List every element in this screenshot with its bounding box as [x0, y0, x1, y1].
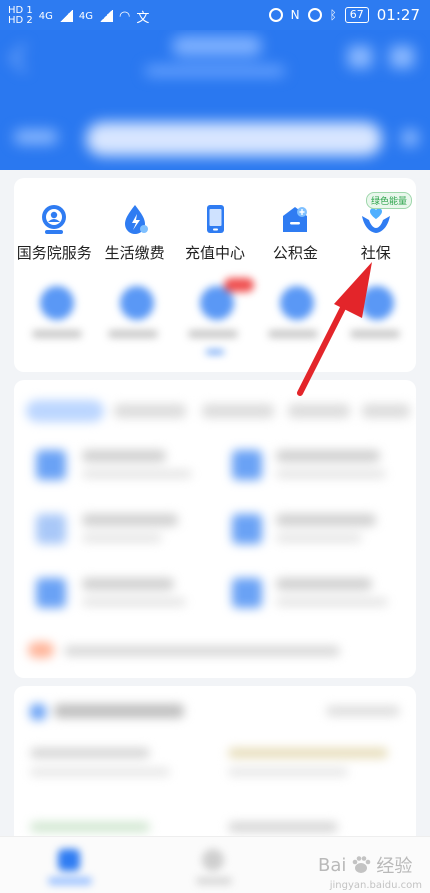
app-logo — [172, 36, 262, 56]
blurred-service-label — [268, 330, 318, 338]
blurred-service-icon[interactable] — [40, 286, 74, 320]
blurred-list-title[interactable] — [82, 578, 174, 590]
housing-fund-icon — [283, 207, 308, 232]
blurred-list-icon — [36, 514, 66, 544]
translate-icon: 文 — [136, 10, 150, 26]
app-header — [0, 30, 430, 170]
message-icon[interactable] — [348, 46, 372, 68]
page-indicator — [206, 350, 224, 354]
blurred-news-desc — [228, 768, 348, 776]
location-selector[interactable] — [14, 130, 58, 144]
blurred-list-desc — [276, 598, 388, 606]
blurred-list-title[interactable] — [82, 514, 178, 526]
blurred-news-desc — [30, 768, 170, 776]
blurred-tab[interactable] — [114, 404, 186, 418]
content-card — [14, 380, 416, 678]
signal-icon — [58, 10, 73, 22]
watermark-url: jingyan.baidu.com — [329, 880, 422, 891]
header-subtitle — [145, 66, 285, 76]
blurred-news-title[interactable] — [30, 748, 150, 758]
green-energy-badge: 绿色能量 — [365, 192, 412, 209]
battery-icon: 67 — [344, 7, 369, 23]
news-card — [14, 686, 416, 846]
bluetooth-icon: ᛒ — [329, 8, 337, 22]
clock: 01:27 — [376, 6, 420, 24]
network-4g-label: 4G — [38, 10, 53, 22]
utility-bill-icon — [124, 205, 148, 234]
watermark-suffix: 经验 — [376, 856, 413, 877]
tab-mine-label[interactable] — [196, 877, 232, 885]
tab-home-label[interactable] — [48, 877, 92, 885]
service-label-gov: 国务院服务 — [16, 244, 92, 262]
blurred-tab[interactable] — [202, 404, 274, 418]
blurred-service-label — [188, 330, 238, 338]
blurred-service-label — [108, 330, 158, 338]
gov-service-icon — [42, 205, 67, 234]
service-item-gov[interactable]: 国务院服务 — [14, 196, 94, 266]
blurred-list-title[interactable] — [276, 450, 380, 462]
service-card: 国务院服务 生活缴费 充值中心 公积金 绿色能量 社保 — [14, 178, 416, 372]
blurred-service-icon[interactable] — [360, 286, 394, 320]
service-item-social-security[interactable]: 绿色能量 社保 — [336, 192, 416, 266]
network-indicators: HD 1 HD 2 4G 4G ◠ 文 — [8, 6, 149, 26]
blurred-list-desc — [82, 598, 186, 606]
blurred-list-icon — [36, 578, 66, 608]
blurred-news-title[interactable] — [30, 822, 150, 832]
nfc-icon: N — [290, 8, 300, 22]
blurred-list-icon — [232, 450, 262, 480]
eye-icon — [268, 8, 283, 22]
paw-icon — [353, 856, 371, 873]
service-label-utility: 生活缴费 — [104, 244, 165, 262]
blurred-news-title[interactable] — [228, 748, 388, 758]
phone-recharge-icon — [206, 205, 224, 233]
blurred-list-desc — [276, 534, 362, 542]
service-label-recharge: 充值中心 — [184, 244, 245, 262]
blurred-list-icon — [232, 578, 262, 608]
blurred-section-icon — [30, 704, 46, 720]
blurred-service-icon[interactable] — [120, 286, 154, 320]
blurred-service-row — [14, 278, 416, 358]
tab-mine-icon[interactable] — [202, 849, 224, 871]
blurred-list-title[interactable] — [276, 578, 372, 590]
back-icon[interactable] — [9, 43, 39, 73]
service-item-housing-fund[interactable]: 公积金 — [255, 196, 335, 266]
blurred-service-label — [350, 330, 400, 338]
tab-home-icon[interactable] — [58, 849, 80, 871]
alarm-icon — [307, 8, 322, 22]
baidu-jingyan-watermark: Bai 经验 jingyan.baidu.com — [318, 845, 422, 892]
blurred-red-badge — [224, 278, 254, 292]
blurred-list-icon — [36, 450, 66, 480]
blurred-list-desc — [82, 470, 192, 478]
search-input[interactable] — [86, 122, 382, 156]
blurred-notice-text[interactable] — [64, 646, 340, 656]
network-4g-label-2: 4G — [78, 10, 94, 22]
blurred-section-title — [54, 704, 184, 718]
service-item-recharge[interactable]: 充值中心 — [175, 196, 255, 266]
hd2-label: HD 2 — [8, 15, 33, 26]
blurred-tab[interactable] — [26, 400, 104, 422]
service-label-housing-fund: 公积金 — [272, 244, 318, 262]
signal-icon-2 — [99, 10, 114, 22]
scan-icon[interactable] — [402, 130, 418, 146]
blurred-list-desc — [82, 534, 162, 542]
blurred-list-title[interactable] — [82, 450, 166, 462]
system-indicators: N ᛒ 67 01:27 — [268, 6, 420, 24]
blurred-service-label — [32, 330, 82, 338]
wifi-icon: ◠ — [119, 8, 131, 24]
blurred-list-title[interactable] — [276, 514, 376, 526]
blurred-tab[interactable] — [362, 404, 410, 418]
blurred-notice-icon — [28, 642, 54, 658]
blurred-tab[interactable] — [288, 404, 350, 418]
service-label-social-security: 社保 — [360, 244, 391, 262]
more-icon[interactable] — [390, 46, 414, 68]
blurred-list-desc — [276, 470, 386, 478]
service-grid: 国务院服务 生活缴费 充值中心 公积金 绿色能量 社保 — [14, 192, 416, 266]
blurred-news-title[interactable] — [228, 822, 338, 832]
blurred-list-icon — [232, 514, 262, 544]
blurred-service-icon[interactable] — [280, 286, 314, 320]
blurred-more-link[interactable] — [326, 706, 400, 716]
service-item-utility[interactable]: 生活缴费 — [94, 196, 174, 266]
status-bar: HD 1 HD 2 4G 4G ◠ 文 N ᛒ 67 01:27 — [0, 0, 430, 30]
watermark-brand: Bai — [318, 854, 347, 876]
